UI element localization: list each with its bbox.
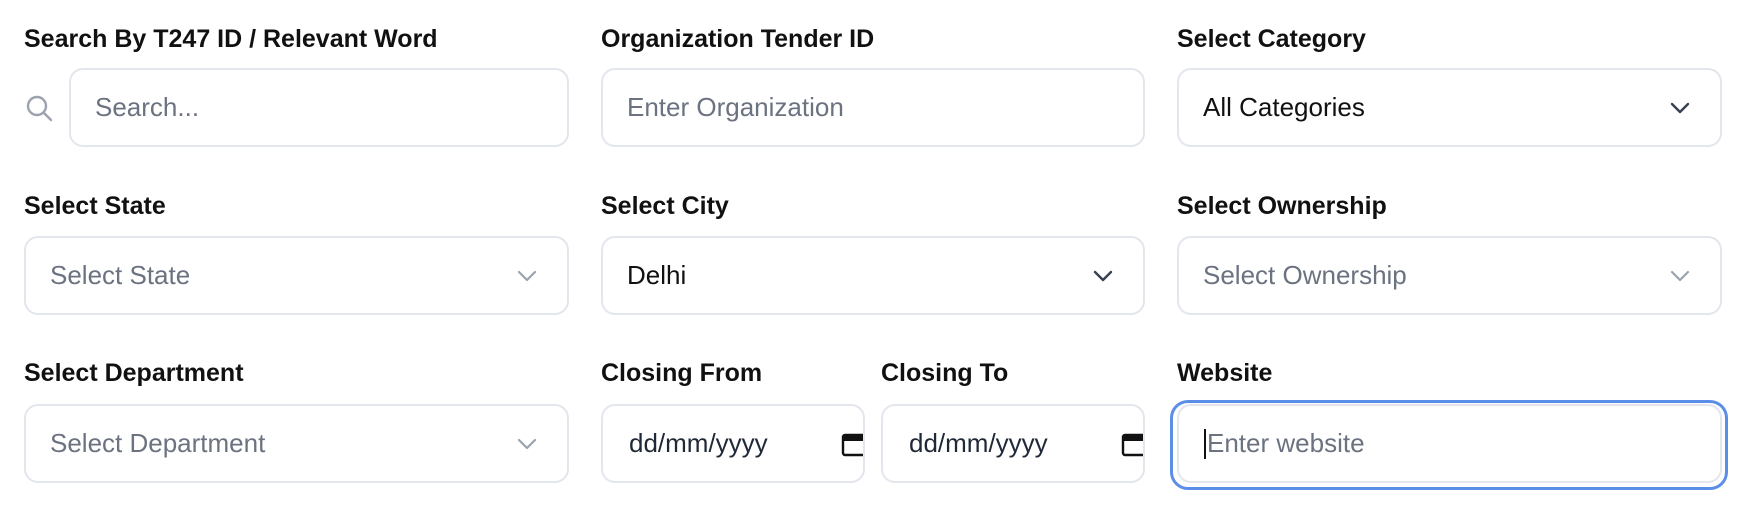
city-value: Delhi — [627, 260, 687, 290]
department-label: Select Department — [24, 359, 244, 387]
category-label: Select Category — [1177, 25, 1366, 53]
search-placeholder: Search... — [95, 92, 200, 122]
closing-from-label: Closing From — [601, 359, 763, 387]
state-select[interactable]: Select State — [24, 236, 569, 315]
closing-from-value: dd/mm/yyyy — [629, 428, 768, 458]
org-tender-input[interactable]: Enter Organization — [601, 68, 1145, 147]
city-select[interactable]: Delhi — [601, 236, 1145, 315]
ownership-select[interactable]: Select Ownership — [1177, 236, 1722, 315]
text-caret — [1204, 428, 1206, 459]
department-select[interactable]: Select Department — [24, 404, 569, 483]
state-label: Select State — [24, 192, 166, 220]
closing-to-date-input[interactable]: dd/mm/yyyy — [881, 404, 1145, 483]
chevron-down-icon — [1093, 270, 1113, 281]
website-input[interactable]: Enter website — [1177, 404, 1722, 483]
closing-to-value: dd/mm/yyyy — [909, 428, 1048, 458]
search-input[interactable]: Search... — [69, 68, 569, 147]
category-value: All Categories — [1203, 92, 1365, 122]
ownership-label: Select Ownership — [1177, 192, 1387, 220]
closing-to-label: Closing To — [881, 359, 1009, 387]
website-placeholder: Enter website — [1207, 428, 1365, 458]
chevron-down-icon — [1670, 102, 1690, 113]
calendar-icon[interactable] — [841, 431, 865, 457]
org-tender-placeholder: Enter Organization — [627, 92, 844, 122]
closing-from-date-input[interactable]: dd/mm/yyyy — [601, 404, 865, 483]
chevron-down-icon — [517, 270, 537, 281]
website-label: Website — [1177, 359, 1273, 387]
state-placeholder: Select State — [50, 260, 191, 290]
ownership-placeholder: Select Ownership — [1203, 260, 1407, 290]
search-label: Search By T247 ID / Relevant Word — [24, 25, 438, 53]
city-label: Select City — [601, 192, 729, 220]
chevron-down-icon — [1670, 270, 1690, 281]
search-icon — [26, 95, 53, 122]
chevron-down-icon — [517, 438, 537, 449]
category-select[interactable]: All Categories — [1177, 68, 1722, 147]
calendar-icon[interactable] — [1121, 431, 1145, 457]
org-tender-label: Organization Tender ID — [601, 25, 875, 53]
department-placeholder: Select Department — [50, 428, 266, 458]
